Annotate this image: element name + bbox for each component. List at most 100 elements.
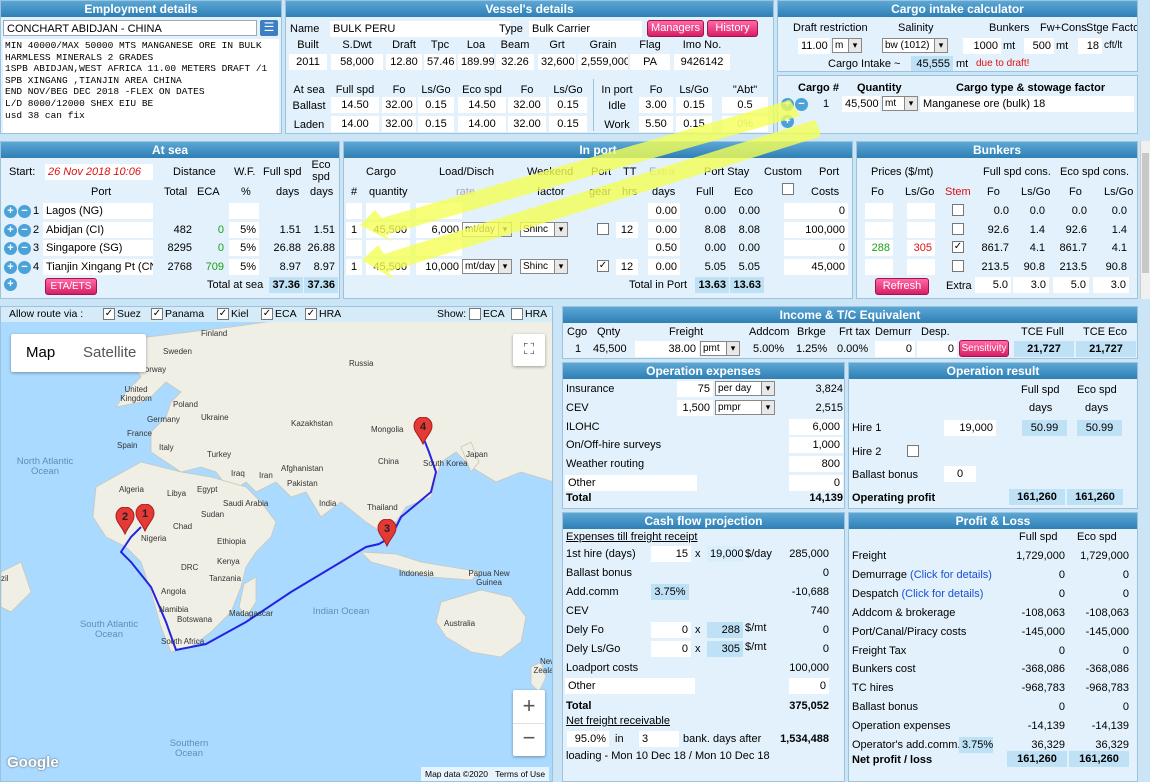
spec-value[interactable]: 32,600 <box>538 54 576 70</box>
extra-eco-ls[interactable]: 3.0 <box>1093 277 1129 293</box>
add-port-row-icon[interactable]: + <box>4 223 17 237</box>
tt-hrs-input[interactable]: 12 <box>616 221 638 238</box>
opex-unit-select[interactable]: pmpr <box>715 399 775 415</box>
port-cost-input[interactable]: 45,000 <box>784 258 848 275</box>
ballast-bonus-input[interactable]: 0 <box>944 466 976 482</box>
opex-value-input[interactable]: 6,000 <box>789 418 843 435</box>
opex-other-value[interactable]: 0 <box>789 475 843 491</box>
hra-route-checkbox[interactable]: ✓ <box>305 308 317 320</box>
rate-input[interactable]: 6,000 <box>416 221 462 238</box>
route-map[interactable]: Allow route via : ✓ Suez ✓ Panama ✓ Kiel ✓ E… <box>0 306 553 782</box>
details-link[interactable]: (Click for details) <box>910 569 992 581</box>
add-port-row-icon[interactable]: + <box>4 260 17 274</box>
cargo-qty-input[interactable] <box>366 240 410 256</box>
zoom-out-icon[interactable]: − <box>513 723 545 756</box>
first-hire-rate-input[interactable]: 19,000 <box>707 546 743 562</box>
extra-days-input[interactable]: 0.00 <box>648 203 680 219</box>
spec-value[interactable]: 57.46 <box>424 54 456 70</box>
rate-input[interactable]: 10,000 <box>416 258 462 275</box>
satellite-tab[interactable]: Satellite <box>83 344 136 361</box>
vessel-name-input[interactable]: BULK PERU <box>330 21 510 37</box>
spec-value[interactable]: 9426142 <box>674 54 730 70</box>
stem-checkbox[interactable]: ✓ <box>952 241 964 253</box>
weekend-factor-select[interactable]: Shinc <box>520 258 568 274</box>
fo-price-input[interactable] <box>865 221 893 238</box>
port-gear-checkbox[interactable] <box>597 222 609 235</box>
extra-days-input[interactable]: 0.50 <box>648 240 680 256</box>
opex-value-input[interactable]: 1,000 <box>789 437 843 454</box>
ls-price-input[interactable] <box>907 258 935 275</box>
extra-full-ls[interactable]: 3.0 <box>1013 277 1049 293</box>
route-marker-2[interactable]: 2 <box>115 506 135 536</box>
eca-route-checkbox[interactable]: ✓ <box>261 308 273 320</box>
spec-value[interactable]: 12.80 <box>386 54 422 70</box>
port-cost-input[interactable]: 0 <box>784 203 848 219</box>
extra-days-input[interactable]: 0.00 <box>648 258 680 275</box>
route-marker-1[interactable]: 1 <box>135 503 155 533</box>
weather-factor-input[interactable] <box>229 203 259 219</box>
stem-checkbox[interactable] <box>952 222 964 235</box>
opex-rate-input[interactable]: 1,500 <box>677 399 713 416</box>
cf-other-value[interactable]: 0 <box>789 678 829 694</box>
fo-price-input[interactable] <box>865 203 893 219</box>
cargo-qty-unit-select[interactable]: mt <box>882 96 918 111</box>
laden-value[interactable]: 32.00 <box>508 116 546 132</box>
ballast-value[interactable]: 32.00 <box>508 97 546 113</box>
spec-value[interactable]: 58,000 <box>331 54 383 70</box>
desp-input[interactable]: 0 <box>917 341 957 357</box>
zoom-in-icon[interactable]: + <box>513 690 545 723</box>
remove-port-row-icon[interactable]: − <box>18 260 31 274</box>
weekend-factor-select[interactable]: Shinc <box>520 221 568 237</box>
tt-hrs-input[interactable]: 12 <box>616 258 638 275</box>
cargo-qty-input[interactable]: 45,500 <box>842 96 880 112</box>
cargo-qty-input[interactable]: 45,500 <box>366 221 410 238</box>
port-gear-checkbox[interactable]: ✓ <box>597 259 609 272</box>
cargo-no-input[interactable]: 1 <box>346 221 362 238</box>
map-tab[interactable]: Map <box>26 344 55 361</box>
show-hra-checkbox[interactable] <box>511 308 523 320</box>
laden-value[interactable]: 32.00 <box>382 116 416 132</box>
cargo-type-input[interactable]: Manganese ore (bulk) 18 <box>920 96 1134 112</box>
draft-unit-select[interactable]: m <box>832 38 862 53</box>
spec-value[interactable]: 32.26 <box>496 54 534 70</box>
rate-unit-select[interactable]: mt/day <box>462 221 512 237</box>
rate-unit-select[interactable]: mt/day <box>462 258 512 274</box>
refresh-button[interactable]: Refresh <box>875 278 929 295</box>
employment-name-input[interactable]: CONCHART ABIDJAN - CHINA <box>3 20 257 36</box>
stem-checkbox[interactable] <box>952 204 964 216</box>
spec-value[interactable]: 2,559,000 <box>578 54 628 70</box>
vessel-type-input[interactable]: Bulk Carrier <box>529 21 642 37</box>
ballast-value[interactable]: 14.50 <box>331 97 379 113</box>
add-cargo-icon[interactable]: + <box>781 98 794 111</box>
idle-value[interactable]: 3.00 <box>639 97 673 113</box>
fo-price-input[interactable]: 288 <box>865 240 893 256</box>
ballast-value[interactable]: 32.00 <box>382 97 416 113</box>
map-type-control[interactable]: Map Satellite <box>11 334 146 372</box>
rate-input[interactable] <box>416 240 462 256</box>
ballast-value[interactable]: 14.50 <box>458 97 506 113</box>
fullscreen-icon[interactable]: ⛶ <box>513 334 545 366</box>
net-freight-days-input[interactable]: 3 <box>639 731 679 747</box>
bunkers-input[interactable]: 1000 <box>963 38 1001 54</box>
sensitivity-button[interactable]: Sensitivity <box>959 340 1009 357</box>
freight-input[interactable]: 38.00 <box>635 341 699 357</box>
rate-input[interactable] <box>416 203 462 219</box>
ls-price-input[interactable] <box>907 203 935 219</box>
spec-value[interactable]: 189.99 <box>458 54 494 70</box>
opex-unit-select[interactable]: per day <box>715 381 775 396</box>
cf-other-input[interactable]: Other <box>565 678 695 694</box>
salinity-select[interactable]: bw (1012) <box>882 38 948 53</box>
eta-ets-button[interactable]: ETA/ETS <box>45 278 97 295</box>
hire2-checkbox[interactable] <box>907 445 919 457</box>
hire1-input[interactable]: 19,000 <box>944 420 996 436</box>
employment-notes[interactable]: MIN 40000/MAX 50000 MTS MANGANESE ORE IN… <box>3 39 279 133</box>
vertical-scrollbar[interactable] <box>1140 141 1150 299</box>
port-name-input[interactable]: Abidjan (CI) <box>43 221 153 238</box>
ls-price-input[interactable] <box>907 221 935 238</box>
spec-value[interactable]: PA <box>630 54 670 70</box>
show-eca-checkbox[interactable] <box>469 308 481 320</box>
opex-other-input[interactable]: Other <box>565 475 697 491</box>
cargo-qty-input[interactable]: 45,500 <box>366 258 410 275</box>
details-link[interactable]: (Click for details) <box>901 588 983 600</box>
spec-value[interactable]: 2011 <box>289 54 327 70</box>
